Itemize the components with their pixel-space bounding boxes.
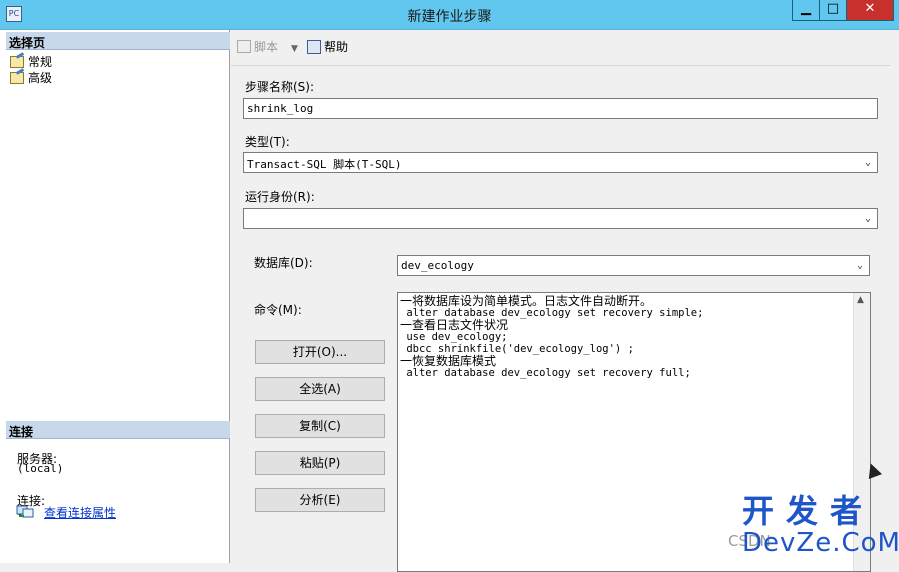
chevron-down-icon: ⌄	[864, 213, 872, 224]
command-label: 命令(M):	[254, 303, 302, 317]
script-icon	[237, 40, 251, 53]
step-name-input[interactable]: shrink_log	[243, 98, 878, 119]
step-name-label: 步骤名称(S):	[245, 80, 315, 94]
database-label: 数据库(D):	[254, 256, 313, 270]
command-line: alter database dev_ecology set recovery …	[400, 367, 691, 379]
paste-button[interactable]: 粘贴(P)	[255, 451, 385, 475]
chevron-down-icon: ⌄	[856, 260, 864, 271]
help-button[interactable]: 帮助	[307, 39, 348, 57]
open-button[interactable]: 打开(O)...	[255, 340, 385, 364]
main-form: 步骤名称(S): shrink_log 类型(T): Transact-SQL …	[231, 67, 891, 572]
page-item-advanced[interactable]: 高级	[10, 69, 52, 85]
help-icon	[307, 40, 321, 54]
scroll-up-icon[interactable]: ▲	[857, 295, 864, 305]
maximize-button[interactable]: □	[819, 0, 847, 21]
left-pane: 选择页 常规 高级 连接 服务器: (local) 连接: sa	[0, 30, 230, 563]
page-icon	[10, 72, 24, 84]
script-button[interactable]: 脚本	[237, 39, 278, 57]
view-connection-properties-link[interactable]: 查看连接属性	[44, 504, 116, 521]
page-item-label: 高级	[28, 71, 53, 85]
command-line: 一查看日志文件状况	[400, 318, 509, 332]
watermark-cn: 开发者	[742, 492, 875, 530]
type-value: Transact-SQL 脚本(T-SQL)	[247, 158, 402, 171]
run-as-label: 运行身份(R):	[245, 190, 315, 204]
title-bar: PC 新建作业步骤 ▁ □ ✕	[0, 0, 899, 30]
help-label: 帮助	[324, 40, 349, 54]
command-line: 一恢复数据库模式	[400, 354, 497, 368]
type-label: 类型(T):	[245, 135, 290, 149]
command-line: 一将数据库设为简单模式。日志文件自动断开。	[400, 294, 653, 308]
connection-properties-icon	[16, 505, 34, 518]
copy-button[interactable]: 复制(C)	[255, 414, 385, 438]
page-icon	[10, 56, 24, 68]
server-value: (local)	[17, 462, 64, 475]
parse-button[interactable]: 分析(E)	[255, 488, 385, 512]
script-label: 脚本	[254, 40, 279, 54]
close-button[interactable]: ✕	[846, 0, 894, 21]
command-line: use dev_ecology;	[400, 331, 508, 343]
select-all-button[interactable]: 全选(A)	[255, 377, 385, 401]
database-select[interactable]: dev_ecology ⌄	[397, 255, 870, 276]
toolbar: 脚本 ▼ 帮助	[231, 30, 891, 66]
database-value: dev_ecology	[401, 259, 474, 272]
devze-watermark: 开发者 DevZe.CoM	[742, 493, 899, 557]
watermark-en: DevZe.CoM	[742, 528, 899, 558]
connection-header: 连接	[6, 421, 230, 439]
select-page-header: 选择页	[6, 32, 230, 50]
page-item-label: 常规	[28, 55, 53, 69]
page-item-general[interactable]: 常规	[10, 53, 52, 69]
chevron-down-icon: ⌄	[864, 157, 872, 168]
minimize-button[interactable]: ▁	[792, 0, 820, 21]
type-select[interactable]: Transact-SQL 脚本(T-SQL) ⌄	[243, 152, 878, 173]
window-title: 新建作业步骤	[407, 9, 492, 25]
script-dropdown-arrow[interactable]: ▼	[291, 41, 298, 59]
run-as-select[interactable]: ⌄	[243, 208, 878, 229]
